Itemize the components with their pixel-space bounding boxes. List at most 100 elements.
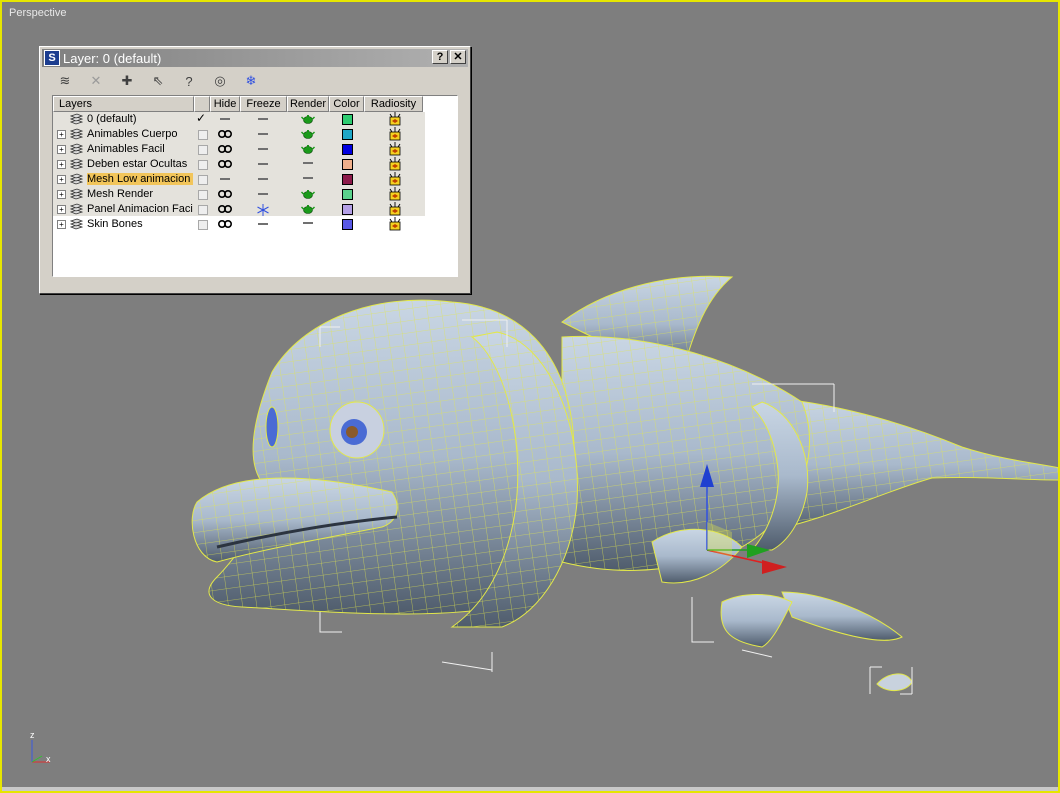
layer-name[interactable]: Mesh Render [87, 188, 193, 200]
set-current-checkbox[interactable] [198, 220, 208, 230]
layer-row[interactable]: + Deben estar Ocultas [53, 157, 425, 172]
layer-name[interactable]: 0 (default) [87, 113, 193, 125]
dialog-titlebar[interactable]: S Layer: 0 (default) ? ✕ [42, 49, 468, 67]
layer-row[interactable]: + Animables Cuerpo [53, 127, 425, 142]
column-render[interactable]: Render [287, 96, 329, 112]
set-current-checkbox[interactable] [198, 205, 208, 215]
freeze-off-icon[interactable] [256, 219, 270, 230]
layer-list[interactable]: Layers Hide Freeze Render Color Radiosit… [52, 95, 458, 277]
hide-mask-icon[interactable] [217, 204, 233, 214]
layer-row[interactable]: 0 (default) ✓ [53, 111, 425, 127]
radiosity-icon[interactable] [387, 172, 403, 186]
column-radiosity[interactable]: Radiosity [364, 96, 423, 112]
layer-color-swatch[interactable] [342, 129, 353, 140]
expand-icon[interactable]: + [57, 190, 66, 199]
layer-name[interactable]: Skin Bones [87, 218, 193, 230]
radiosity-icon[interactable] [387, 127, 403, 141]
set-current-checkbox[interactable] [198, 130, 208, 140]
layer-stack-icon [69, 113, 84, 125]
layer-row[interactable]: + Mesh Low animacion [53, 172, 425, 187]
layer-name[interactable]: Animables Cuerpo [87, 128, 193, 140]
render-off-icon[interactable] [301, 158, 315, 170]
expand-icon[interactable]: + [57, 130, 66, 139]
layer-name[interactable]: Deben estar Ocultas [87, 158, 193, 170]
layer-name[interactable]: Mesh Low animacion [87, 173, 193, 185]
layer-dialog[interactable]: S Layer: 0 (default) ? ✕ ≋ ✕ ✚ ⇖? ◎ ❄ Layers … [39, 46, 471, 294]
dialog-title: Layer: 0 (default) [63, 50, 162, 66]
set-current-checkbox[interactable] [198, 160, 208, 170]
radiosity-icon[interactable] [387, 142, 403, 156]
layer-color-swatch[interactable] [342, 219, 353, 230]
layer-color-swatch[interactable] [342, 114, 353, 125]
render-teapot-icon[interactable] [301, 203, 315, 215]
close-button[interactable]: ✕ [450, 50, 466, 64]
layer-name[interactable]: Panel Animacion Facial [87, 203, 193, 215]
status-strip [2, 787, 1058, 791]
layer-stack-icon [69, 128, 84, 140]
expand-icon[interactable]: + [57, 175, 66, 184]
highlight-layer-icon[interactable]: ? [178, 72, 200, 90]
expand-icon[interactable]: + [57, 205, 66, 214]
render-teapot-icon[interactable] [301, 188, 315, 200]
add-selected-icon[interactable]: ✚ [116, 72, 138, 90]
expand-icon[interactable]: + [57, 220, 66, 229]
radiosity-icon[interactable] [387, 157, 403, 171]
layer-row[interactable]: + Mesh Render [53, 187, 425, 202]
layer-row[interactable]: + Panel Animacion Facial [53, 202, 425, 217]
freeze-off-icon[interactable] [256, 129, 270, 140]
layer-toolbar: ≋ ✕ ✚ ⇖? ◎ ❄ [54, 71, 262, 91]
layer-color-swatch[interactable] [342, 189, 353, 200]
freeze-off-icon[interactable] [256, 114, 270, 125]
render-off-icon[interactable] [301, 218, 315, 230]
freeze-off-icon[interactable] [256, 144, 270, 155]
radiosity-icon[interactable] [387, 112, 403, 126]
render-teapot-icon[interactable] [301, 113, 315, 125]
freeze-all-icon[interactable]: ❄ [240, 72, 262, 90]
freeze-off-icon[interactable] [256, 159, 270, 170]
hide-mask-icon[interactable] [217, 159, 233, 169]
freeze-snowflake-icon[interactable] [256, 204, 270, 216]
current-layer-check-icon[interactable]: ✓ [196, 111, 206, 125]
help-button[interactable]: ? [432, 50, 448, 64]
hide-mask-icon[interactable] [217, 219, 233, 229]
delete-layer-icon[interactable]: ✕ [85, 72, 107, 90]
hide-mask-icon[interactable] [217, 129, 233, 139]
radiosity-icon[interactable] [387, 187, 403, 201]
layer-color-swatch[interactable] [342, 144, 353, 155]
layer-row[interactable]: + Animables Facil [53, 142, 425, 157]
layer-color-swatch[interactable] [342, 204, 353, 215]
select-objects-icon[interactable]: ⇖ [147, 72, 169, 90]
layer-color-swatch[interactable] [342, 174, 353, 185]
hide-off-icon[interactable] [218, 114, 232, 124]
hide-mask-icon[interactable] [217, 144, 233, 154]
set-current-checkbox[interactable] [198, 190, 208, 200]
render-teapot-icon[interactable] [301, 143, 315, 155]
perspective-viewport[interactable]: Perspective z x S Layer: 0 (default) ? ✕… [0, 0, 1060, 793]
create-layer-icon[interactable]: ≋ [54, 72, 76, 90]
freeze-off-icon[interactable] [256, 174, 270, 185]
render-teapot-icon[interactable] [301, 128, 315, 140]
column-freeze[interactable]: Freeze [240, 96, 287, 112]
column-layers[interactable]: Layers [53, 96, 194, 112]
axis-z-label: z [30, 730, 35, 740]
radiosity-icon[interactable] [387, 217, 403, 231]
hide-off-icon[interactable] [218, 174, 232, 184]
set-current-checkbox[interactable] [198, 175, 208, 185]
dolphin-eye-left [265, 406, 279, 448]
set-current-checkbox[interactable] [198, 145, 208, 155]
column-color[interactable]: Color [329, 96, 364, 112]
hide-mask-icon[interactable] [217, 189, 233, 199]
column-current[interactable] [194, 96, 210, 112]
hide-all-icon[interactable]: ◎ [209, 72, 231, 90]
layer-stack-icon [69, 158, 84, 170]
layer-list-header: Layers Hide Freeze Render Color Radiosit… [53, 96, 457, 112]
render-off-icon[interactable] [301, 173, 315, 185]
freeze-off-icon[interactable] [256, 189, 270, 200]
layer-name[interactable]: Animables Facil [87, 143, 193, 155]
radiosity-icon[interactable] [387, 202, 403, 216]
expand-icon[interactable]: + [57, 145, 66, 154]
expand-icon[interactable]: + [57, 160, 66, 169]
layer-row[interactable]: + Skin Bones [53, 217, 425, 232]
column-hide[interactable]: Hide [210, 96, 240, 112]
layer-color-swatch[interactable] [342, 159, 353, 170]
